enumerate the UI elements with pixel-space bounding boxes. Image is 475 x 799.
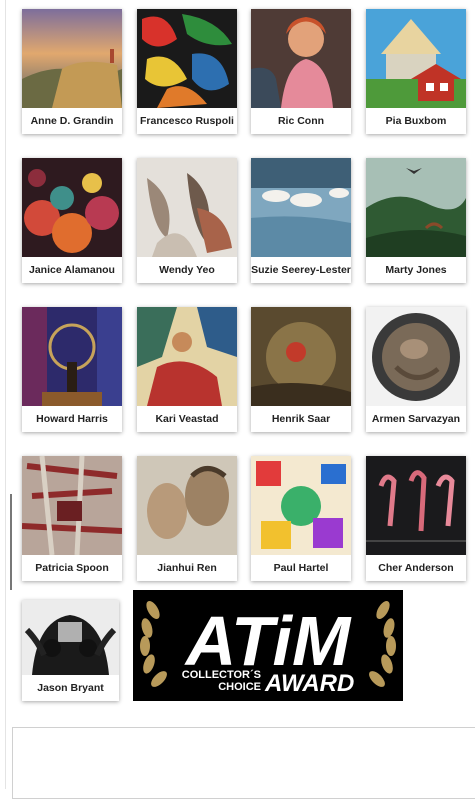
artwork-thumbnail[interactable] [22, 9, 122, 108]
left-laurel-icon [140, 600, 167, 687]
artist-name[interactable]: Paul Hartel [251, 555, 351, 581]
artist-name[interactable]: Suzie Seerey-Lester [251, 257, 351, 283]
artwork-thumbnail[interactable] [366, 307, 466, 406]
artwork-thumbnail[interactable] [22, 307, 122, 406]
artwork-thumbnail[interactable] [251, 158, 351, 257]
page-edge-line [5, 0, 6, 789]
artist-name[interactable]: Patricia Spoon [22, 555, 122, 581]
award-line2: CHOICE [218, 681, 261, 693]
artist-name[interactable]: Anne D. Grandin [22, 108, 122, 134]
artist-name[interactable]: Jianhui Ren [137, 555, 237, 581]
artist-card[interactable]: Anne D. Grandin [22, 9, 122, 134]
artwork-thumbnail[interactable] [366, 158, 466, 257]
artist-name[interactable]: Wendy Yeo [137, 257, 237, 283]
artist-card[interactable]: Ric Conn [251, 9, 351, 134]
artwork-thumbnail[interactable] [366, 456, 466, 555]
artwork-thumbnail[interactable] [251, 307, 351, 406]
artist-card[interactable]: Francesco Ruspoli [137, 9, 237, 134]
artist-name[interactable]: Henrik Saar [251, 406, 351, 432]
artist-card[interactable]: Janice Alamanou [22, 158, 122, 283]
artist-card[interactable]: Wendy Yeo [137, 158, 237, 283]
artist-card[interactable]: Pia Buxbom [366, 9, 466, 134]
artist-name[interactable]: Pia Buxbom [366, 108, 466, 134]
artwork-thumbnail[interactable] [22, 600, 119, 675]
artwork-thumbnail[interactable] [137, 456, 237, 555]
atim-collectors-choice-award-logo: ATiM COLLECTOR´S CHOICE AWARD [133, 590, 403, 701]
artist-name[interactable]: Ric Conn [251, 108, 351, 134]
artist-card[interactable]: Jason Bryant [22, 600, 119, 701]
artist-card[interactable]: Howard Harris [22, 307, 122, 432]
artist-name[interactable]: Kari Veastad [137, 406, 237, 432]
artist-name[interactable]: Howard Harris [22, 406, 122, 432]
artist-name[interactable]: Jason Bryant [22, 675, 119, 701]
artwork-thumbnail[interactable] [366, 9, 466, 108]
artist-name[interactable]: Marty Jones [366, 257, 466, 283]
artist-card[interactable]: Patricia Spoon [22, 456, 122, 581]
artist-card[interactable]: Marty Jones [366, 158, 466, 283]
artwork-thumbnail[interactable] [137, 158, 237, 257]
artwork-thumbnail[interactable] [137, 307, 237, 406]
artist-name[interactable]: Armen Sarvazyan [366, 406, 466, 432]
artwork-thumbnail[interactable] [251, 9, 351, 108]
right-laurel-icon [369, 600, 396, 687]
footer-placeholder-box [12, 727, 475, 799]
artwork-thumbnail[interactable] [251, 456, 351, 555]
award-line1: COLLECTOR´S [182, 669, 261, 681]
artwork-thumbnail[interactable] [22, 158, 122, 257]
artwork-thumbnail[interactable] [22, 456, 122, 555]
artist-card[interactable]: Jianhui Ren [137, 456, 237, 581]
artwork-thumbnail[interactable] [137, 9, 237, 108]
artist-name[interactable]: Francesco Ruspoli [137, 108, 237, 134]
artist-name[interactable]: Janice Alamanou [22, 257, 122, 283]
artist-card[interactable]: Armen Sarvazyan [366, 307, 466, 432]
divider-line [10, 494, 12, 590]
artist-name[interactable]: Cher Anderson [366, 555, 466, 581]
artist-card[interactable]: Suzie Seerey-Lester [251, 158, 351, 283]
award-word: AWARD [264, 670, 354, 697]
artist-card[interactable]: Kari Veastad [137, 307, 237, 432]
artist-card[interactable]: Paul Hartel [251, 456, 351, 581]
artist-card[interactable]: Henrik Saar [251, 307, 351, 432]
artist-card[interactable]: Cher Anderson [366, 456, 466, 581]
